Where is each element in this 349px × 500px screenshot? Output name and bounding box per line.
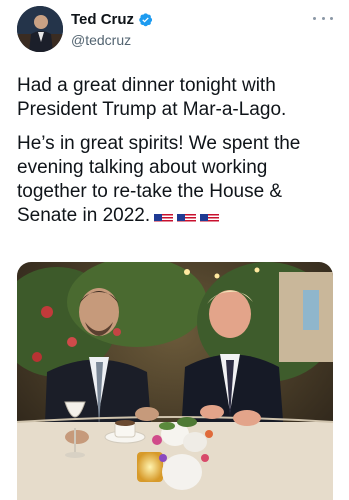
tweet-photo[interactable] xyxy=(17,262,333,500)
avatar-image xyxy=(17,6,63,52)
verified-badge-icon xyxy=(138,12,153,27)
us-flag-icon xyxy=(154,210,174,223)
avatar[interactable] xyxy=(17,6,63,52)
tweet: Ted Cruz @tedcruz Had a great dinner ton… xyxy=(0,0,349,500)
tweet-text: Had a great dinner tonight with Presiden… xyxy=(17,74,333,238)
more-options-icon[interactable] xyxy=(313,10,333,26)
tweet-paragraph-2: He’s in great spirits! We spent the even… xyxy=(17,132,333,228)
flag-emojis xyxy=(154,210,220,223)
handle[interactable]: @tedcruz xyxy=(71,32,131,48)
us-flag-icon xyxy=(177,210,197,223)
tweet-paragraph-1: Had a great dinner tonight with Presiden… xyxy=(17,75,287,120)
dinner-photo-image xyxy=(17,262,333,500)
display-name[interactable]: Ted Cruz xyxy=(71,11,134,28)
us-flag-icon xyxy=(200,210,220,223)
name-row: Ted Cruz xyxy=(71,11,153,28)
